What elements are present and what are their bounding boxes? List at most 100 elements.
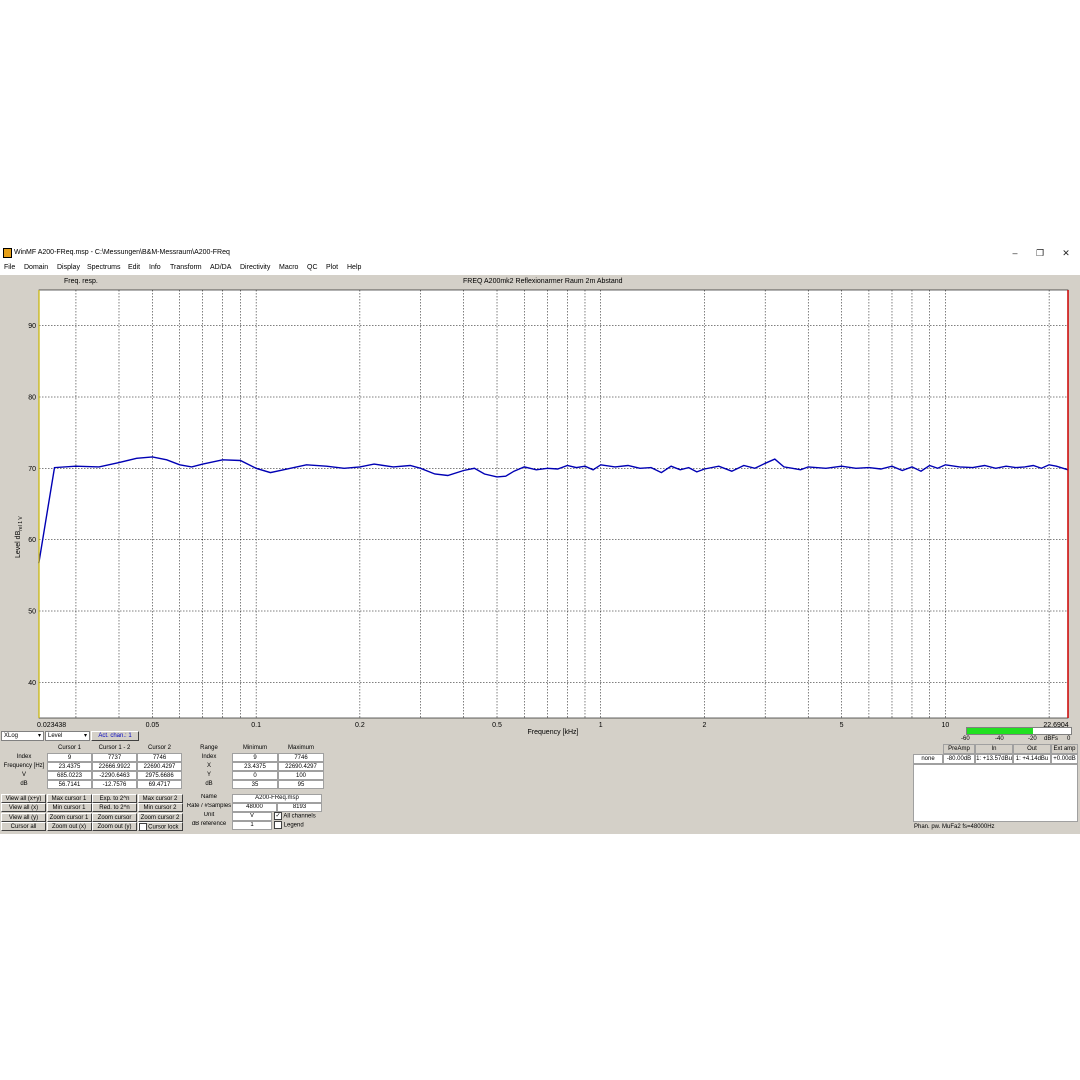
max-cursor-2-button[interactable]: Max cursor 2 — [137, 794, 183, 803]
table-cell[interactable]: 7746 — [278, 753, 324, 762]
minimize-icon[interactable]: ‒ — [1008, 247, 1022, 259]
cursor-button-grid: View all (x+y) Max cursor 1 Exp. to 2^n Max… — [1, 794, 183, 832]
rate-value[interactable]: 48000 — [232, 803, 277, 812]
x-tick-label: 0.1 — [251, 722, 261, 729]
table-cell[interactable]: 7737 — [92, 753, 137, 762]
ytype-select[interactable]: Level ▾ — [45, 731, 90, 741]
y-axis-label: Level dBrel 1 V — [15, 516, 24, 558]
menu-bar: File Domain Display Spectrums Edit Info Transf… — [0, 262, 1080, 275]
zoom-out-y-button[interactable]: Zoom out (y) — [92, 821, 137, 831]
x-tick-label: 0.2 — [355, 722, 365, 729]
x-tick-label: 2 — [703, 722, 707, 729]
table-cell[interactable]: 95 — [278, 780, 324, 789]
table-cell[interactable]: 22690.4297 — [278, 762, 324, 771]
menu-edit[interactable]: Edit — [128, 264, 140, 271]
x-axis-label: Frequency [kHz] — [528, 729, 579, 736]
level-meter — [966, 727, 1072, 735]
all-channels-checkbox[interactable]: ✓ All channels — [274, 812, 324, 821]
zoom-cursor-button[interactable]: Zoom cursor — [92, 812, 137, 822]
menu-spectrums[interactable]: Spectrums — [87, 264, 120, 271]
table-cell[interactable]: -12.7576 — [92, 780, 137, 789]
red-to-2-n-button[interactable]: Red. to 2^n — [92, 803, 137, 813]
amp-table-body — [913, 764, 1078, 822]
table-cell[interactable]: 685.0223 — [47, 771, 92, 780]
plot-title: FREQ A200mk2 Reflexionarmer Raum 2m Abst… — [463, 278, 623, 285]
close-icon[interactable]: ✕ — [1059, 247, 1073, 259]
dbref-value[interactable]: 1 — [232, 821, 272, 830]
max-cursor-1-button[interactable]: Max cursor 1 — [46, 794, 92, 803]
table-cell: Index — [16, 754, 32, 760]
table-header — [1, 744, 47, 753]
frequency-response-chart[interactable]: 4050607080900.023438 0.05 0.1 0.2 0.5 1 2 5 10 22… — [0, 288, 1080, 743]
table-cell[interactable]: 7746 — [137, 753, 182, 762]
zoom-cursor-1-button[interactable]: Zoom cursor 1 — [46, 812, 92, 822]
unit-value[interactable]: V — [232, 812, 272, 821]
table-cell[interactable]: 35 — [232, 780, 278, 789]
x-tick-label: 0.023438 — [37, 722, 66, 729]
table-cell[interactable]: 23.4375 — [47, 762, 92, 771]
samples-value: 8193 — [277, 803, 322, 812]
min-cursor-1-button[interactable]: Min cursor 1 — [46, 803, 92, 813]
chevron-down-icon: ▾ — [37, 733, 41, 739]
meter-scale: -60 -40 -20 dBFs 0 — [960, 736, 1080, 744]
view-all-y-button[interactable]: View all (y) — [1, 812, 46, 822]
menu-info[interactable]: Info — [149, 264, 161, 271]
table-cell: Y — [206, 772, 211, 778]
act-chan-button[interactable]: Act. chan.: 1 — [91, 731, 139, 741]
table-header: Cursor 1 — [57, 745, 81, 751]
chevron-down-icon: ▾ — [83, 733, 87, 739]
unit-label: Unit — [203, 812, 215, 818]
min-cursor-2-button[interactable]: Min cursor 2 — [137, 803, 183, 813]
amp-cell: +0.00dB — [1051, 754, 1078, 764]
table-cell[interactable]: 56.7141 — [47, 780, 92, 789]
menu-domain[interactable]: Domain — [24, 264, 48, 271]
restore-icon[interactable]: ❐ — [1033, 247, 1047, 259]
y-tick-label: 90 — [28, 323, 36, 330]
amp-cell[interactable]: none — [913, 754, 943, 764]
amp-header: Ext amp — [1051, 744, 1078, 754]
cursor-all-button[interactable]: Cursor all — [1, 821, 46, 831]
table-cell[interactable]: 22666.9922 — [92, 762, 137, 771]
x-tick-label: 1 — [599, 722, 603, 729]
menu-qc[interactable]: QC — [307, 264, 318, 271]
table-cell[interactable]: 100 — [278, 771, 324, 780]
table-cell[interactable]: 22690.4297 — [137, 762, 182, 771]
table-cell[interactable]: -2290.6463 — [92, 771, 137, 780]
menu-directivity[interactable]: Directivity — [240, 264, 270, 271]
menu-macro[interactable]: Macro — [279, 264, 298, 271]
cursor-lock-button[interactable]: Cursor lock — [137, 821, 183, 831]
table-header: Range — [200, 745, 218, 751]
plot-area[interactable] — [38, 289, 1069, 719]
view-all-x-y-button[interactable]: View all (x+y) — [1, 794, 46, 803]
window-title: WinMF A200-FReq.msp - C:\Messungen\B&M-M… — [14, 249, 230, 256]
exp-to-2-n-button[interactable]: Exp. to 2^n — [92, 794, 137, 803]
dbref-label: dB reference — [191, 821, 227, 827]
name-label: Name — [200, 794, 217, 800]
x-tick-label: 5 — [840, 722, 844, 729]
legend-checkbox[interactable]: Legend — [274, 821, 324, 830]
xscale-select[interactable]: XLog ▾ — [1, 731, 44, 741]
range-table: Range Minimum Maximum Index 9 7746 X 23.4375 226… — [186, 744, 324, 790]
zoom-out-x-button[interactable]: Zoom out (x) — [46, 821, 92, 831]
table-cell[interactable]: 2975.6686 — [137, 771, 182, 780]
table-cell[interactable]: 0 — [232, 771, 278, 780]
menu-file[interactable]: File — [4, 264, 15, 271]
table-header: Cursor 2 — [147, 745, 171, 751]
menu-ad-da[interactable]: AD/DA — [210, 264, 231, 271]
view-all-x-button[interactable]: View all (x) — [1, 803, 46, 813]
menu-help[interactable]: Help — [347, 264, 361, 271]
menu-transform[interactable]: Transform — [170, 264, 202, 271]
file-info-panel: Name A200-FReq.msp Rate / #Samples 48000… — [186, 794, 324, 832]
status-text: Phan. pw. MuFa2 fs=48000Hz — [914, 824, 995, 830]
table-header: Minimum — [242, 745, 268, 751]
table-cell[interactable]: 9 — [232, 753, 278, 762]
table-cell[interactable]: 23.4375 — [232, 762, 278, 771]
table-cell[interactable]: 69.4717 — [137, 780, 182, 789]
zoom-cursor-2-button[interactable]: Zoom cursor 2 — [137, 812, 183, 822]
amp-cell: -80.00dB — [943, 754, 975, 764]
checkbox-empty-icon — [138, 822, 147, 831]
table-cell[interactable]: 9 — [47, 753, 92, 762]
check-icon: ✓ — [274, 812, 282, 820]
menu-plot[interactable]: Plot — [326, 264, 338, 271]
menu-display[interactable]: Display — [57, 264, 80, 271]
